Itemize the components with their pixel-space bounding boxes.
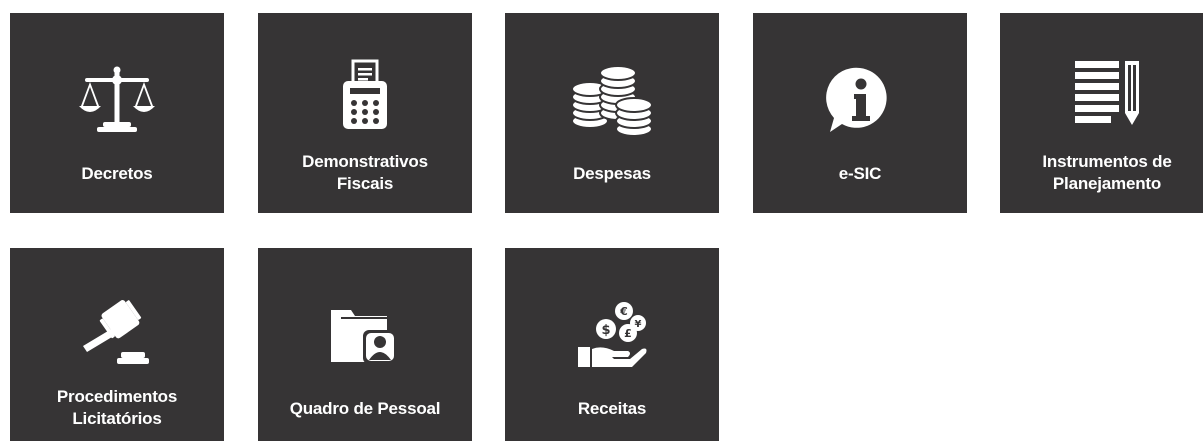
tile-quadro-de-pessoal[interactable]: Quadro de Pessoal bbox=[258, 248, 472, 441]
coin-stacks-icon bbox=[505, 59, 719, 141]
document-pencil-icon bbox=[1000, 59, 1203, 141]
svg-text:¥: ¥ bbox=[635, 319, 642, 330]
tile-label: e-SIC bbox=[838, 164, 882, 183]
hand-coins-icon: € ¥ $ £ bbox=[505, 294, 719, 376]
tile-label: Demonstrativos Fiscais bbox=[302, 152, 428, 193]
tile-label: Despesas bbox=[573, 164, 651, 183]
svg-text:€: € bbox=[619, 305, 628, 318]
info-speech-bubble-icon bbox=[753, 59, 967, 141]
tile-despesas[interactable]: Despesas bbox=[505, 13, 719, 213]
svg-text:£: £ bbox=[624, 327, 632, 340]
gavel-icon bbox=[10, 294, 224, 376]
tile-label: Decretos bbox=[81, 164, 153, 183]
tile-label: Quadro de Pessoal bbox=[289, 399, 441, 418]
tile-procedimentos-licitatorios[interactable]: Procedimentos Licitatórios bbox=[10, 248, 224, 441]
tile-e-sic[interactable]: e-SIC bbox=[753, 13, 967, 213]
scales-icon bbox=[10, 59, 224, 141]
transparency-tile-grid: Decretos Demonstrativos Fiscais Despesas… bbox=[0, 0, 1203, 441]
tile-label: Receitas bbox=[577, 399, 647, 418]
tile-label: Instrumentos de Planejamento bbox=[1042, 152, 1172, 193]
tile-instrumentos-de-planejamento[interactable]: Instrumentos de Planejamento bbox=[1000, 13, 1203, 213]
folder-person-icon bbox=[258, 294, 472, 376]
tile-demonstrativos-fiscais[interactable]: Demonstrativos Fiscais bbox=[258, 13, 472, 213]
tile-decretos[interactable]: Decretos bbox=[10, 13, 224, 213]
calculator-receipt-icon bbox=[258, 59, 472, 141]
tile-receitas[interactable]: € ¥ $ £ Receitas bbox=[505, 248, 719, 441]
tile-label: Procedimentos Licitatórios bbox=[56, 387, 178, 428]
svg-text:$: $ bbox=[601, 323, 610, 338]
